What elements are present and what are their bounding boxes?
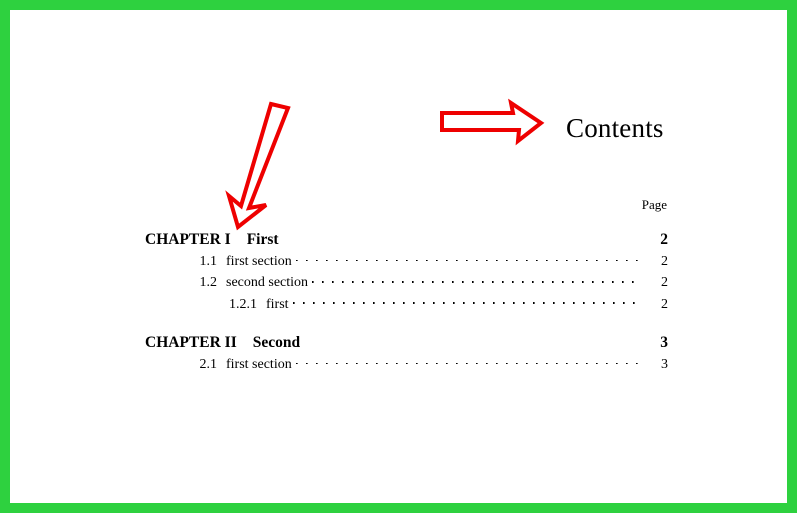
green-frame-top xyxy=(0,0,797,10)
table-of-contents: Page CHAPTER I First 2 1.1 first section… xyxy=(145,198,668,375)
toc-section-row[interactable]: 1.1 first section 2 xyxy=(145,251,669,272)
chapter-page-number: 3 xyxy=(660,333,668,351)
chapter-page-number: 2 xyxy=(660,231,668,248)
screenshot-root: Contents Page CHAPTER I First 2 1.1 firs… xyxy=(0,0,797,513)
green-frame-bottom xyxy=(0,503,797,513)
dot-leader xyxy=(295,354,638,368)
chapter-label: CHAPTER II xyxy=(145,333,237,351)
section-title: first section xyxy=(226,356,292,372)
section-title: second section xyxy=(226,275,309,291)
section-page-number: 2 xyxy=(661,254,668,269)
page-column-header: Page xyxy=(641,197,667,212)
section-number: 1.2 xyxy=(199,275,218,291)
chapter-title: Second xyxy=(252,333,301,351)
chapter-label: CHAPTER I xyxy=(145,231,231,248)
subsection-title: first xyxy=(266,296,289,312)
subsection-number: 1.2.1 xyxy=(229,296,257,312)
toc-chapter-row[interactable]: CHAPTER II Second 3 xyxy=(145,332,668,354)
toc-section-row[interactable]: 1.2 second section 2 xyxy=(145,272,669,293)
toc-chapter-row[interactable]: CHAPTER I First 2 xyxy=(145,229,668,251)
section-number: 1.1 xyxy=(199,254,218,269)
dot-leader xyxy=(312,272,638,286)
section-page-number: 2 xyxy=(661,275,668,291)
section-number: 2.1 xyxy=(199,356,218,372)
dot-leader xyxy=(295,251,638,265)
dot-leader xyxy=(292,294,638,308)
toc-subsection-row[interactable]: 1.2.1 first 2 xyxy=(145,294,668,315)
page-title: Contents xyxy=(566,113,664,143)
section-page-number: 3 xyxy=(661,356,668,372)
document-page: Contents Page CHAPTER I First 2 1.1 firs… xyxy=(10,10,787,503)
subsection-page-number: 2 xyxy=(661,296,668,312)
green-frame-left xyxy=(0,0,10,513)
green-frame-right xyxy=(787,0,797,513)
section-title: first section xyxy=(226,254,292,269)
toc-section-row[interactable]: 2.1 first section 3 xyxy=(145,354,669,375)
chapter-title: First xyxy=(246,231,279,248)
